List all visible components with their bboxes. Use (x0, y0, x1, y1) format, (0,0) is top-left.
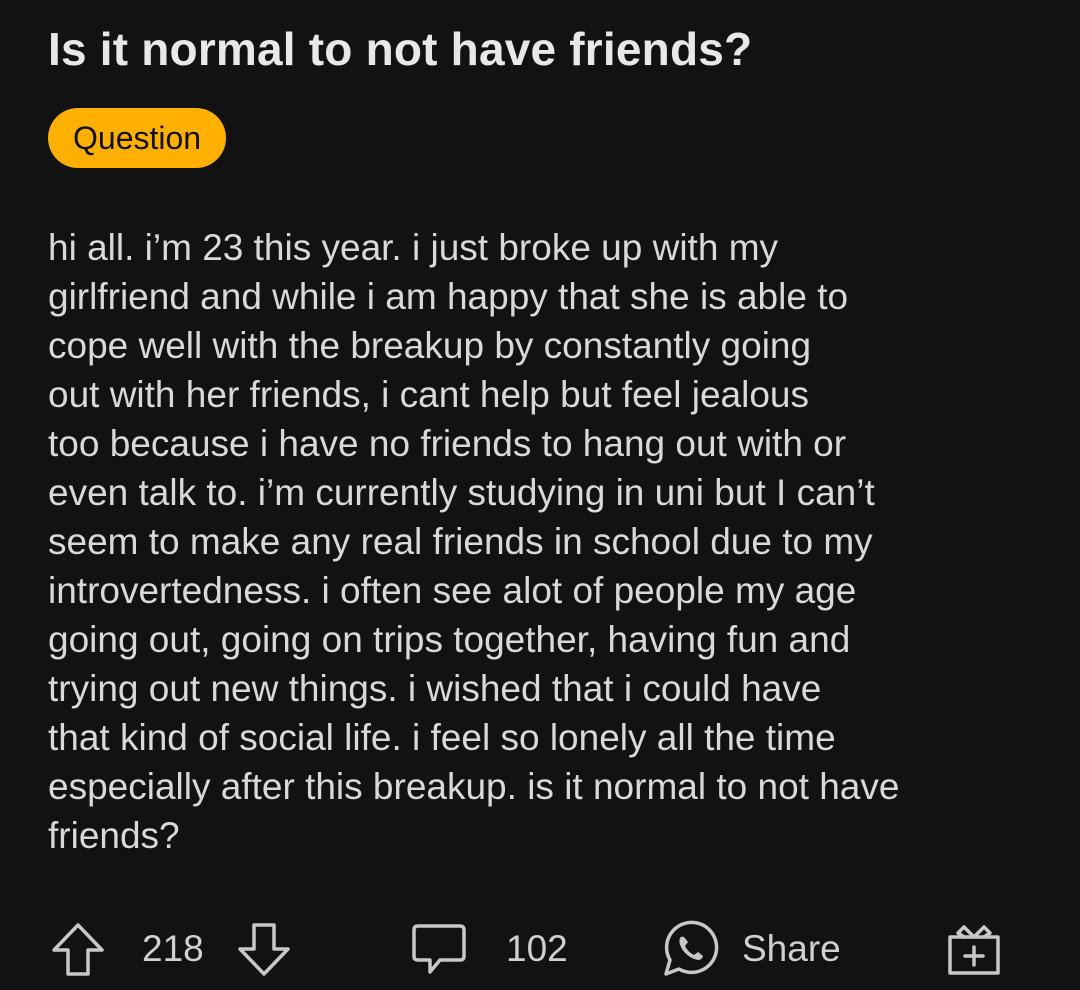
vote-group: 218 (48, 910, 294, 988)
share-button[interactable]: Share (658, 910, 841, 988)
post-body-line: friends? (48, 815, 180, 856)
post-body-line: introvertedness. i often see alot of peo… (48, 570, 857, 611)
post-flair[interactable]: Question (48, 108, 227, 168)
comment-bubble-icon (412, 924, 466, 974)
post-body-line: out with her friends, i cant help but fe… (48, 374, 810, 415)
post-body-line: girlfriend and while i am happy that she… (48, 276, 849, 317)
post-body-line: that kind of social life. i feel so lone… (48, 717, 836, 758)
post-container: Is it normal to not have friends? Questi… (48, 0, 1048, 990)
award-button[interactable] (944, 910, 1004, 988)
post-body-line: even talk to. i’m currently studying in … (48, 472, 875, 513)
post-body: hi all. i’m 23 this year. i just broke u… (48, 223, 899, 860)
downvote-arrow-icon[interactable] (234, 919, 294, 979)
comment-count: 102 (506, 928, 568, 969)
share-label: Share (742, 928, 841, 969)
comments-button[interactable]: 102 (410, 910, 568, 988)
whatsapp-share-icon (664, 920, 719, 976)
post-body-line: trying out new things. i wished that i c… (48, 668, 822, 709)
post-title[interactable]: Is it normal to not have friends? (48, 22, 752, 76)
post-body-line: cope well with the breakup by constantly… (48, 325, 812, 366)
post-body-line: seem to make any real friends in school … (48, 521, 873, 562)
vote-count: 218 (142, 928, 204, 969)
post-body-line: going out, going on trips together, havi… (48, 619, 851, 660)
post-body-line: especially after this breakup. is it nor… (48, 766, 900, 807)
post-body-line: hi all. i’m 23 this year. i just broke u… (48, 227, 779, 268)
gift-award-icon (948, 925, 1000, 975)
upvote-arrow-icon[interactable] (48, 919, 108, 979)
post-action-bar: 218 102 Share (48, 910, 1048, 988)
post-body-line: too because i have no friends to hang ou… (48, 423, 847, 464)
